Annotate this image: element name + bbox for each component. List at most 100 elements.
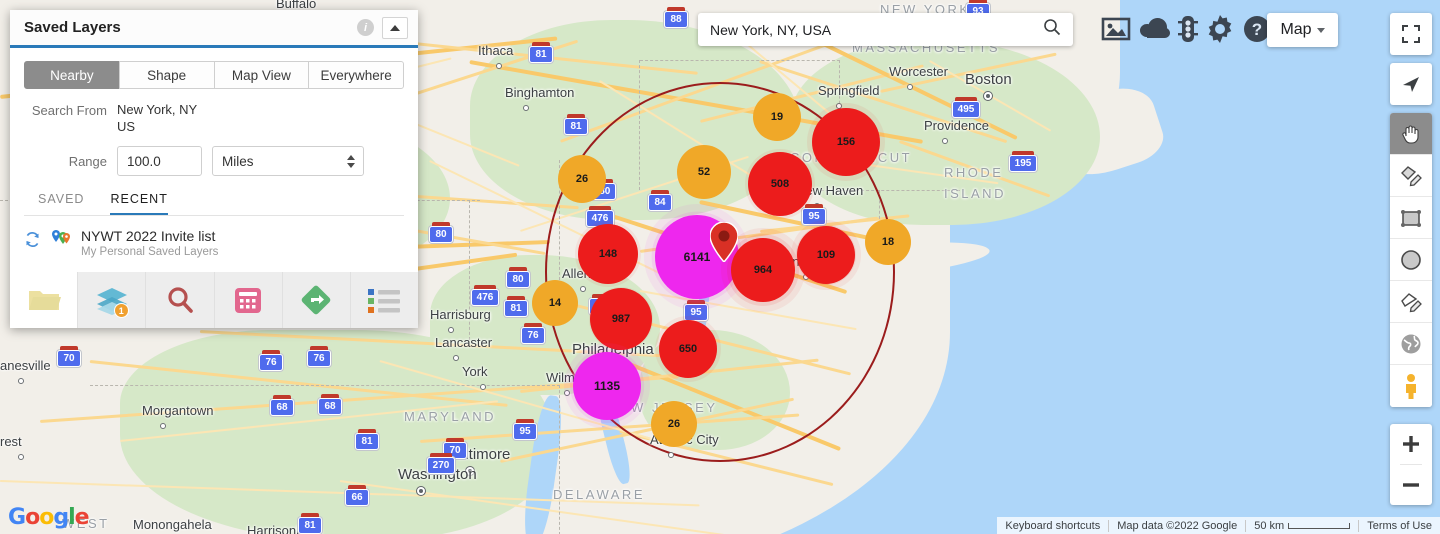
cluster-count: 987 [590, 288, 652, 350]
polygon-draw-icon[interactable] [1390, 155, 1432, 197]
globe-icon[interactable] [1390, 323, 1432, 365]
city-dot [942, 138, 948, 144]
map-type-button[interactable]: Map [1267, 13, 1338, 47]
highway-shield: 270 [427, 453, 455, 474]
cluster-marker[interactable]: 964 [721, 228, 805, 312]
terms-of-use-link[interactable]: Terms of Use [1359, 520, 1440, 532]
layer-subtabs[interactable]: SAVED RECENT [24, 176, 404, 215]
directions-icon[interactable] [282, 272, 351, 328]
highway-shield: 68 [270, 395, 294, 416]
state-border [640, 60, 840, 61]
polyline-draw-icon[interactable] [1390, 281, 1432, 323]
cluster-marker[interactable]: 26 [558, 155, 606, 203]
city-dot [416, 486, 426, 496]
cloud-icon[interactable] [1138, 13, 1172, 50]
cluster-marker[interactable]: 19 [753, 93, 801, 141]
search-icon[interactable] [146, 272, 215, 328]
range-unit-select[interactable]: Miles [212, 146, 364, 176]
zoom-out-button[interactable] [1390, 465, 1432, 505]
attribution-bar: Keyboard shortcuts Map data ©2022 Google… [997, 517, 1440, 534]
search-icon[interactable] [1043, 18, 1061, 41]
rectangle-icon[interactable] [1390, 197, 1432, 239]
subtab-saved[interactable]: SAVED [38, 192, 84, 215]
scope-tabs[interactable]: Nearby Shape Map View Everywhere [10, 48, 418, 89]
keyboard-shortcuts-link[interactable]: Keyboard shortcuts [997, 520, 1108, 532]
cluster-marker[interactable]: 148 [575, 221, 641, 287]
pan-hand-icon[interactable] [1390, 113, 1432, 155]
layer-text: NYWT 2022 Invite list My Personal Saved … [81, 228, 218, 258]
folder-icon[interactable] [10, 272, 79, 328]
city-dot [453, 355, 459, 361]
locate-arrow-icon[interactable] [1390, 63, 1432, 105]
legend-icon[interactable] [350, 272, 419, 328]
chevron-down-icon [1316, 27, 1325, 33]
calendar-icon[interactable] [214, 272, 283, 328]
circle-icon[interactable] [1390, 239, 1432, 281]
subtab-recent[interactable]: RECENT [110, 192, 168, 215]
map-tool-rail[interactable] [1390, 13, 1432, 407]
spinner-icon[interactable] [347, 154, 355, 168]
cluster-marker[interactable]: 1135 [564, 343, 650, 429]
cluster-marker[interactable]: 650 [655, 316, 721, 382]
highway-shield: 95 [513, 419, 537, 440]
center-location-pin[interactable] [709, 221, 739, 264]
draw-tool-group[interactable] [1390, 113, 1432, 407]
cluster-marker[interactable]: 987 [589, 287, 653, 351]
refresh-icon[interactable] [24, 231, 41, 253]
fullscreen-icon[interactable] [1390, 13, 1432, 55]
search-from-line1: New York, NY [117, 102, 198, 117]
range-row[interactable]: Range Miles [10, 135, 418, 176]
zoom-in-button[interactable] [1390, 424, 1432, 464]
image-icon[interactable] [1100, 13, 1132, 50]
cluster-count: 1135 [573, 352, 641, 420]
cluster-marker[interactable]: 26 [651, 401, 697, 447]
collapse-button[interactable] [382, 16, 408, 39]
state-border [90, 385, 560, 386]
list-item[interactable]: NYWT 2022 Invite list My Personal Saved … [10, 216, 418, 272]
layers-badge: 1 [113, 303, 129, 318]
highway-shield: 88 [664, 7, 688, 28]
pegman-icon[interactable] [1390, 365, 1432, 407]
tab-everywhere[interactable]: Everywhere [308, 61, 404, 89]
info-icon[interactable]: i [357, 19, 374, 36]
search-from-value: New York, NY US [117, 101, 197, 135]
search-from-line2: US [117, 119, 136, 134]
range-input[interactable] [117, 146, 202, 176]
layers-icon[interactable]: 1 [78, 272, 147, 328]
city-dot [18, 454, 24, 460]
map-application: NEW YORKMASSACHUSETTSCONNECTICUTRHODEISL… [0, 0, 1440, 534]
cluster-count: 508 [748, 152, 812, 216]
city-dot [448, 327, 454, 333]
zoom-control[interactable] [1390, 424, 1432, 505]
traffic-light-icon[interactable] [1178, 13, 1198, 50]
tab-shape[interactable]: Shape [118, 61, 215, 89]
highway-shield: 195 [1009, 151, 1037, 172]
cluster-marker[interactable]: 508 [745, 149, 815, 219]
highway-shield: 81 [504, 296, 528, 317]
cluster-count: 964 [731, 238, 795, 302]
saved-layers-panel[interactable]: Saved Layers i Nearby Shape Map View Eve… [10, 10, 419, 328]
cluster-count: 52 [677, 145, 731, 199]
cluster-count: 109 [797, 226, 855, 284]
cluster-count: 14 [532, 280, 578, 326]
search-bar[interactable] [698, 13, 1073, 46]
layer-subtitle: My Personal Saved Layers [81, 246, 219, 258]
search-from-row: Search From New York, NY US [10, 89, 418, 135]
cluster-marker[interactable]: 156 [807, 103, 885, 181]
gear-icon[interactable] [1204, 13, 1236, 50]
highway-shield: 81 [564, 114, 588, 135]
cluster-marker[interactable]: 109 [791, 220, 861, 290]
top-icon-bar[interactable]: ? [1100, 13, 1272, 50]
search-input[interactable] [710, 21, 1043, 38]
cluster-marker[interactable]: 52 [677, 145, 731, 199]
scale-line [1288, 522, 1351, 529]
cluster-marker[interactable]: 14 [532, 280, 578, 326]
tab-map-view[interactable]: Map View [213, 61, 310, 89]
tab-nearby[interactable]: Nearby [24, 61, 120, 89]
range-unit-value: Miles [222, 153, 254, 169]
panel-toolbar[interactable]: 1 [10, 272, 419, 328]
state-border [639, 60, 640, 190]
state-border [559, 385, 560, 534]
cluster-marker[interactable]: 18 [865, 219, 911, 265]
panel-header: Saved Layers i [10, 10, 418, 48]
